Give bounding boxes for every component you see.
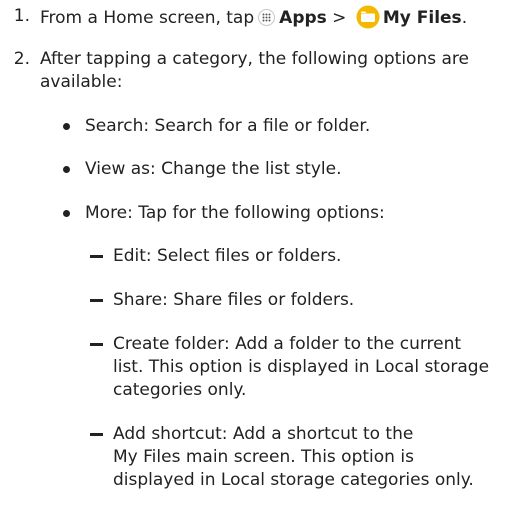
option-desc: : Add a shortcut to the — [221, 424, 414, 444]
step-number: 1. — [13, 6, 30, 26]
step-2-line-1: After tapping a category, the following … — [40, 49, 469, 69]
apps-label: Apps — [279, 8, 327, 28]
option-desc-line-3: categories only. — [113, 380, 247, 400]
step-1-text: From a Home screen, tap — [40, 8, 255, 28]
apps-icon — [258, 9, 276, 26]
dash-icon — [90, 343, 103, 346]
option-desc-line-3: displayed in Local storage categories on… — [113, 470, 474, 490]
option-desc: : Select files or folders. — [145, 246, 342, 266]
option-label: Share — [113, 290, 163, 310]
option-label: View as — [85, 159, 151, 179]
dash-icon — [90, 433, 103, 436]
option-desc: : Share files or folders. — [162, 290, 355, 310]
step-1-end: . — [461, 8, 468, 28]
bullet-icon — [63, 166, 70, 173]
step-number: 2. — [13, 49, 30, 69]
bullet-icon — [63, 123, 70, 130]
step-text: From a Home screen, tap Apps > My Files. — [40, 5, 467, 29]
path-separator: > — [326, 8, 352, 28]
option-desc: : Add a folder to the current — [223, 334, 462, 354]
option-label: Add shortcut — [113, 424, 222, 444]
option-label: Create folder — [113, 334, 224, 354]
dash-icon — [90, 255, 103, 258]
bullet-icon — [63, 210, 70, 217]
dash-icon — [90, 299, 103, 302]
option-label: More — [85, 203, 128, 223]
option-desc-line-2: list. This option is displayed in Local … — [113, 357, 490, 377]
option-desc-line-2: My Files main screen. This option is — [113, 447, 414, 467]
step-2-line-2: available: — [40, 72, 123, 92]
option-label: Edit — [113, 246, 146, 266]
my-files-label: My Files — [382, 8, 462, 28]
my-files-folder-icon — [356, 5, 380, 29]
option-desc: : Search for a file or folder. — [143, 116, 371, 136]
option-label: Search — [85, 116, 144, 136]
option-desc: : Change the list style. — [150, 159, 342, 179]
option-desc: : Tap for the following options: — [127, 203, 385, 223]
